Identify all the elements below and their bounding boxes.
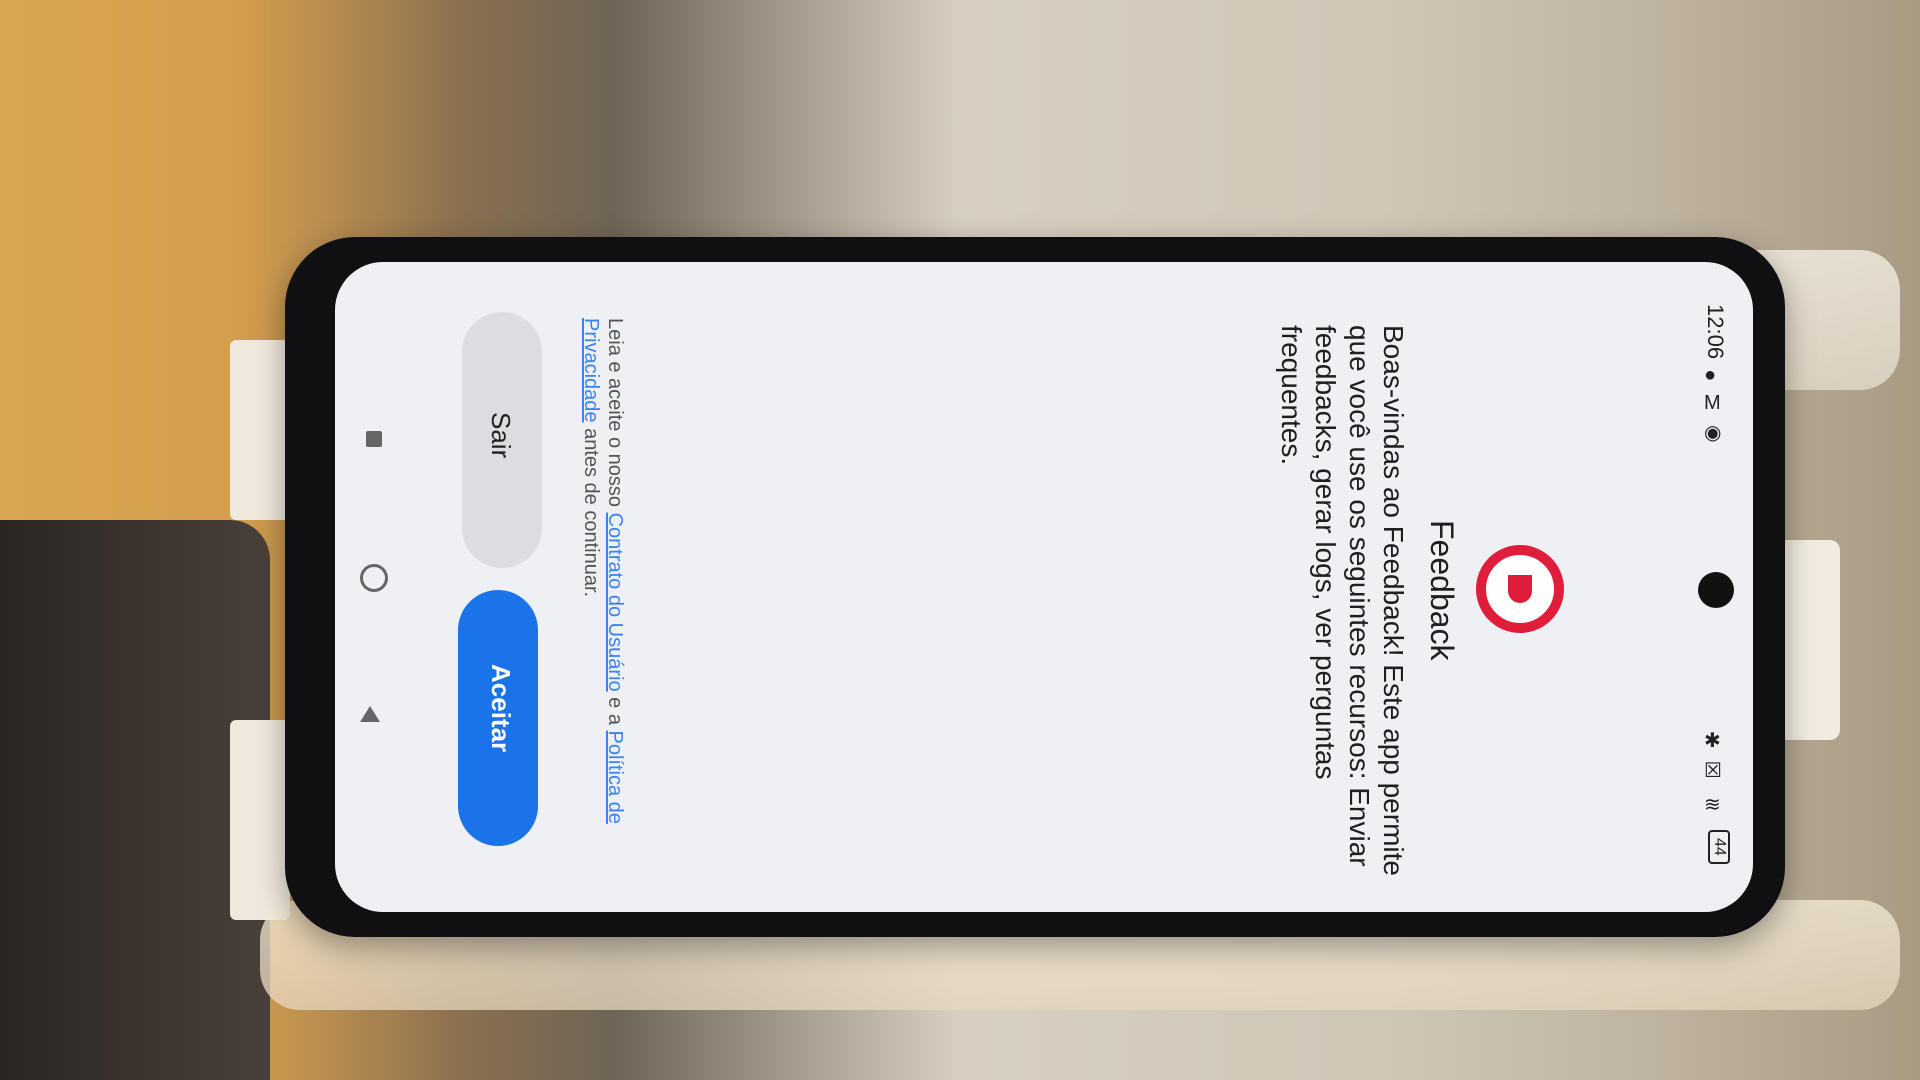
logo-mark (1508, 575, 1532, 603)
home-icon[interactable] (360, 564, 388, 592)
welcome-message: Boas-vindas ao Feedback! Este app permit… (1276, 325, 1409, 876)
gmail-icon: M (1704, 392, 1721, 414)
notification-icon: ● (1704, 364, 1717, 386)
legal-prefix: Leia e aceite o nosso (604, 318, 626, 513)
sim-off-icon: ☒ (1704, 760, 1722, 782)
battery-icon: 44 (1708, 830, 1730, 864)
wifi-icon: ≋ (1704, 794, 1721, 816)
exit-button-label: Sair (486, 412, 516, 459)
front-camera (1698, 572, 1734, 608)
phone-holder-clamp-bottom (230, 720, 290, 920)
app-title: Feedback (1424, 520, 1460, 661)
legal-notice: Leia e aceite o nosso Contrato do Usuári… (579, 318, 627, 838)
legal-suffix: antes de continuar. (580, 428, 602, 598)
phone-holder-clamp-top (230, 340, 290, 520)
recents-icon[interactable] (366, 431, 382, 447)
bluetooth-icon: ✱ (1704, 730, 1721, 752)
accept-button-label: Aceitar (486, 664, 516, 753)
user-agreement-link[interactable]: Contrato do Usuário (604, 513, 626, 692)
status-time: 12:06 (1703, 304, 1728, 360)
feedback-logo-icon (1476, 545, 1564, 633)
legal-conjunction: e a (604, 697, 626, 731)
back-icon[interactable] (360, 706, 380, 722)
check-circle-icon: ◉ (1704, 422, 1722, 444)
